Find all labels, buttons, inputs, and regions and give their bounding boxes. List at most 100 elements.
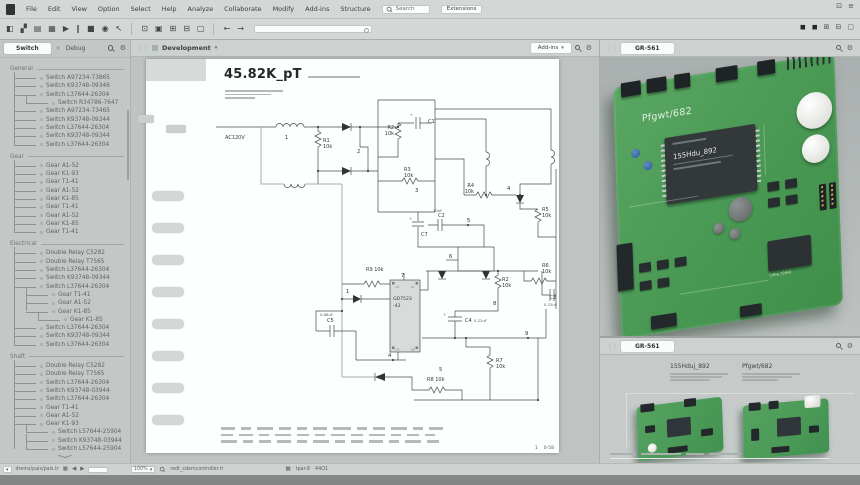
tree-item[interactable]: Switch L37644-26304	[14, 341, 130, 349]
tree-item[interactable]: Gear A1-52	[14, 299, 130, 307]
gear-icon[interactable]: ⚙	[586, 45, 592, 52]
tree-item[interactable]: Gear T1-41	[14, 228, 130, 236]
tree-item[interactable]: Switch L37644-26304	[14, 283, 130, 291]
center-tab-label[interactable]: Development	[162, 44, 211, 52]
copy-sheet-icon[interactable]: ▣	[155, 25, 163, 33]
tree-item[interactable]: Switch K93748-09344	[14, 274, 130, 282]
tree-item[interactable]: Gear T1-41	[14, 291, 130, 299]
expand-chevron-icon[interactable]	[58, 454, 72, 460]
tree-item[interactable]: Gear K1-85	[14, 220, 130, 228]
tree-item[interactable]: Gear A1-52	[14, 412, 130, 420]
address-input[interactable]	[254, 25, 372, 33]
gear-icon[interactable]: ⚙	[847, 343, 853, 350]
layout-icon[interactable]: ⊡	[836, 3, 842, 10]
tree-item[interactable]: Gear K1-93	[14, 420, 130, 428]
run-icon[interactable]: ▶	[63, 25, 69, 33]
tree-item[interactable]: Gear A1-52	[14, 211, 130, 219]
tree-item[interactable]: Switch L57644-25904	[14, 428, 130, 436]
close-icon[interactable]: ×	[56, 45, 61, 52]
tree-item[interactable]: Double Relay T7565	[14, 258, 130, 266]
new-file-icon[interactable]: ▢	[197, 25, 205, 33]
tree-item[interactable]: Switch L37644-26304	[14, 324, 130, 332]
tree-item[interactable]: Switch L37644-26304	[14, 266, 130, 274]
ic-chip[interactable]	[390, 280, 420, 352]
tree-item[interactable]: Switch L37644-26304	[14, 140, 130, 148]
tree-item[interactable]: Gear A1-52	[14, 187, 130, 195]
schematic-canvas[interactable]: 45.82K_pT	[146, 59, 559, 453]
menu-item[interactable]: Add-ins	[305, 5, 329, 13]
gear-icon[interactable]: ⚙	[847, 45, 853, 52]
shape-tool-icon[interactable]: ◧	[6, 25, 14, 33]
tree-item[interactable]: Switch L37644-26304	[14, 379, 130, 387]
grid-view-icon[interactable]: ▦	[48, 25, 56, 33]
next-icon[interactable]: ▶	[80, 467, 84, 473]
tab-switch[interactable]: Switch	[4, 43, 51, 54]
tree-item[interactable]: Gear T1-41	[14, 203, 130, 211]
zoom-select[interactable]: 100% ▾	[131, 466, 155, 473]
tree-item[interactable]: Switch K93748-03944	[14, 437, 130, 445]
tree-item[interactable]: Gear K1-93	[14, 170, 130, 178]
tree-item[interactable]: Gear T1-41	[14, 178, 130, 186]
tree-item[interactable]: Switch K93748-09344	[14, 115, 130, 123]
tree-item[interactable]: Switch K93748-03944	[14, 387, 130, 395]
tab-debug[interactable]: Debug	[66, 45, 86, 52]
tree-item[interactable]: Switch R34786-7647	[14, 99, 130, 107]
grid-icon[interactable]: ▦	[63, 467, 68, 473]
tree-item[interactable]: Switch K93748-09346	[14, 82, 130, 90]
tree-item[interactable]: Switch K93748-09344	[14, 332, 130, 340]
save-icon[interactable]: ▤	[34, 25, 42, 33]
status-input[interactable]	[88, 467, 108, 473]
trash-icon[interactable]: ▢	[847, 24, 854, 31]
tab-gr-561[interactable]: GR-561	[621, 43, 674, 54]
tree-item[interactable]: Double Relay C5282	[14, 362, 130, 370]
window-split-icon[interactable]: ⊡	[141, 25, 148, 33]
menu-item[interactable]: Edit	[48, 5, 61, 13]
addins-button[interactable]: Add-ins ▾	[531, 43, 571, 53]
zoom-out-icon[interactable]: ⊟	[836, 24, 842, 31]
list-icon[interactable]: ≡	[848, 3, 854, 10]
export-icon[interactable]: ⊟	[183, 25, 190, 33]
tree-item[interactable]: Double Relay T7565	[14, 370, 130, 378]
menu-item[interactable]: Help	[162, 5, 177, 13]
menu-item[interactable]: File	[26, 5, 37, 13]
menu-item[interactable]: Option	[98, 5, 120, 13]
menu-item[interactable]: View	[71, 5, 86, 13]
import-icon[interactable]: ⊞	[170, 25, 177, 33]
board-card[interactable]: 155Hduj_892	[670, 363, 736, 381]
tree-item[interactable]: Switch A97234-73865	[14, 74, 130, 82]
tree-item[interactable]: Switch L37644-26304	[14, 91, 130, 99]
menu-item[interactable]: Collaborate	[224, 5, 261, 13]
menu-item[interactable]: Analyze	[188, 5, 214, 13]
chevron-down-icon[interactable]: ▾	[215, 45, 218, 51]
back-icon[interactable]: ←	[223, 25, 230, 33]
board-thumbnail[interactable]	[739, 398, 839, 460]
record-icon[interactable]: ◉	[102, 25, 109, 33]
tree-item[interactable]: Gear A1-52	[14, 162, 130, 170]
pcb-3d-viewport[interactable]: Pfgwt/682 155Hdu_892	[600, 57, 860, 336]
board-card[interactable]: Pfgwt/682	[742, 363, 808, 381]
menu-item[interactable]: Structure	[340, 5, 370, 13]
tree-item[interactable]: Gear K1-85	[14, 307, 130, 315]
tree-item[interactable]: Gear T1-41	[14, 403, 130, 411]
tree-item[interactable]: Switch L57644-25904	[14, 445, 130, 451]
menu-item[interactable]: Select	[131, 5, 151, 13]
search-input[interactable]: Search	[382, 5, 430, 14]
zoom-in-icon[interactable]: ⊞	[824, 24, 830, 31]
tree-item[interactable]: Switch L37644-26304	[14, 395, 130, 403]
tree-item[interactable]: Switch L37644-26304	[14, 124, 130, 132]
search-icon[interactable]	[836, 343, 843, 350]
device-icon[interactable]: ◼	[800, 24, 806, 31]
tree-item[interactable]: Switch A97234-73465	[14, 107, 130, 115]
tree-item[interactable]: Gear K1-85	[14, 316, 130, 324]
mode-select[interactable]: ▾	[3, 466, 12, 473]
pcb-board-3d[interactable]: Pfgwt/682 155Hdu_892	[613, 57, 843, 336]
component-tool-icon[interactable]: ▞	[21, 25, 27, 33]
search-icon[interactable]	[575, 45, 582, 52]
board-thumbnail[interactable]	[633, 398, 733, 460]
search-icon[interactable]	[836, 45, 843, 52]
tree-item[interactable]: Switch K93748-09344	[14, 132, 130, 140]
extensions-button[interactable]: Extensions	[441, 5, 483, 14]
prev-icon[interactable]: ◀	[72, 467, 76, 473]
grid-icon[interactable]: ▦	[286, 467, 291, 473]
tab-gr-561[interactable]: GR-561	[621, 341, 674, 352]
